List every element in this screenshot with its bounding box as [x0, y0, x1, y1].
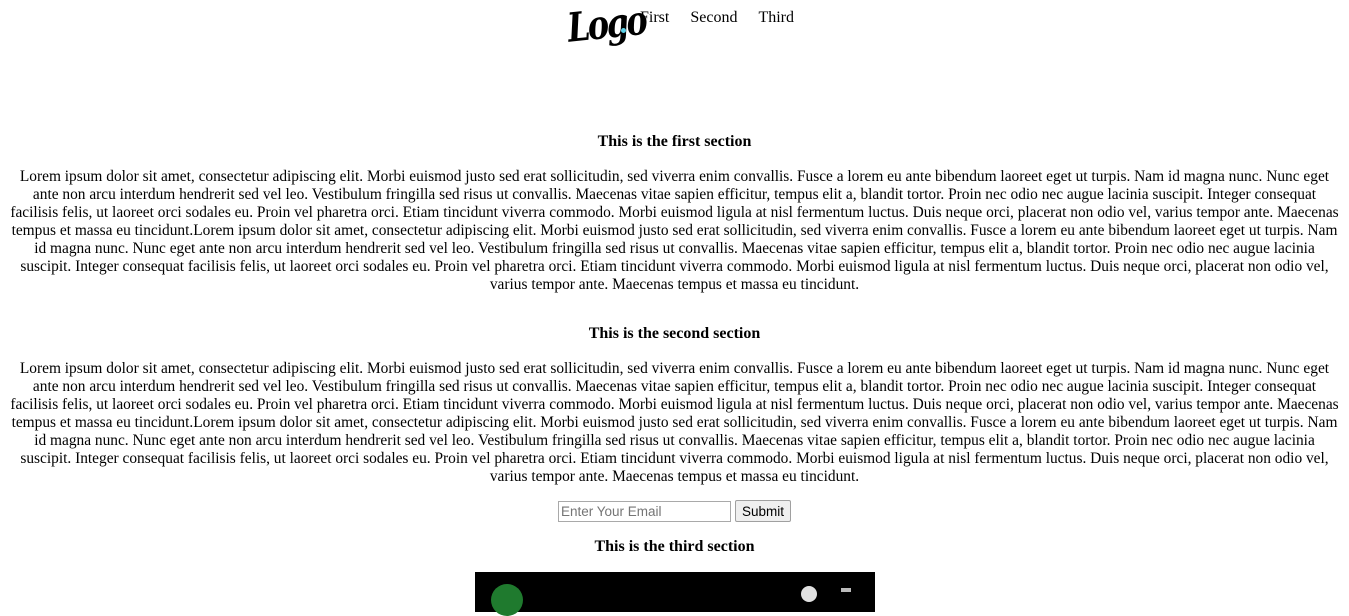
main-nav: First Second Third	[640, 9, 811, 27]
email-signup-form: Submit	[0, 500, 1349, 522]
nav-link-third[interactable]: Third	[758, 9, 794, 27]
second-section-title: This is the second section	[588, 325, 761, 342]
nav-link-second[interactable]: Second	[690, 9, 737, 27]
logo-dot-icon	[621, 28, 626, 33]
second-section-body: Lorem ipsum dolor sit amet, consectetur …	[10, 360, 1339, 485]
submit-button[interactable]: Submit	[734, 500, 792, 522]
logo-wordmark: Logo	[565, 0, 648, 52]
third-section-title: This is the third section	[594, 538, 755, 555]
site-header: Logo First Second Third	[0, 0, 1349, 70]
first-section-title: This is the first section	[597, 133, 752, 150]
email-input[interactable]	[557, 500, 731, 522]
video-control-icon[interactable]	[801, 586, 817, 602]
embedded-video[interactable]	[475, 572, 875, 616]
nav-link-first[interactable]: First	[640, 9, 669, 27]
logo[interactable]: Logo	[565, 0, 647, 66]
first-section-body: Lorem ipsum dolor sit amet, consectetur …	[10, 168, 1339, 293]
